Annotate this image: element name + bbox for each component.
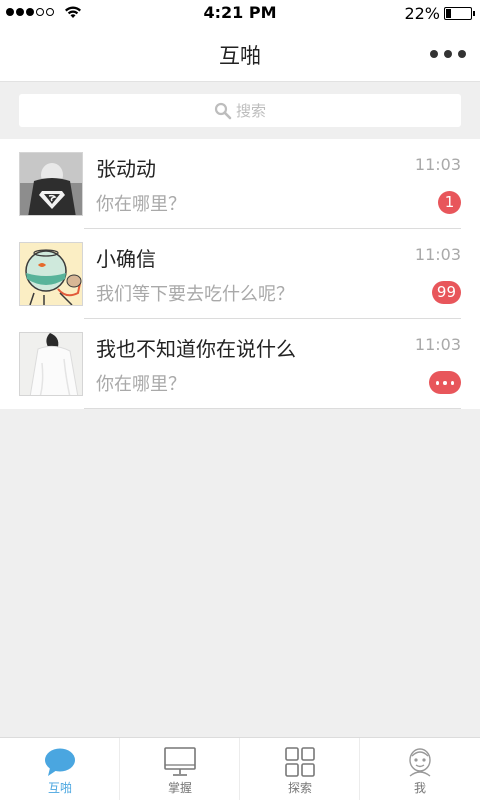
search-icon: [214, 102, 232, 119]
chat-item[interactable]: 小确信 11:03 我们等下要去吃什么呢？ 99: [0, 229, 480, 319]
chat-time: 11:03: [414, 335, 461, 354]
grid-icon: [285, 747, 315, 777]
search-area: 搜索: [0, 82, 480, 139]
chat-name: 小确信: [96, 247, 156, 271]
tab-me[interactable]: 我: [360, 738, 480, 800]
chat-preview: 我们等下要去吃什么呢？: [96, 284, 294, 305]
page-title: 互啪: [219, 44, 261, 68]
chat-bubble-icon: [45, 748, 75, 776]
unread-badge: 1: [438, 191, 461, 214]
person-avatar: [20, 333, 82, 395]
search-input[interactable]: 搜索: [19, 94, 461, 127]
chat-item[interactable]: 张动动 11:03 你在哪里？ 1: [0, 139, 480, 229]
tab-label: 探索: [287, 781, 312, 795]
battery-fill: [446, 9, 452, 18]
badge-dot: [443, 380, 447, 385]
tab-tansuo[interactable]: 探索: [240, 738, 360, 800]
more-dots-icon: [444, 50, 452, 58]
more-dots-icon: [458, 50, 466, 58]
superman-avatar: [20, 153, 82, 215]
badge-dot: [436, 380, 440, 385]
profile-icon: [409, 748, 431, 777]
nav-bar: 互啪: [0, 26, 480, 82]
tab-zhangwo[interactable]: 掌握: [120, 738, 240, 800]
avatar[interactable]: [19, 242, 83, 306]
chat-time: 11:03: [414, 155, 461, 174]
tab-label: 掌握: [167, 781, 192, 795]
tab-label: 我: [413, 781, 426, 795]
chat-preview: 你在哪里？: [96, 194, 186, 215]
chat-time: 11:03: [414, 245, 461, 264]
divider: [84, 408, 461, 409]
more-badge: [429, 371, 461, 394]
status-bar: 4:21 PM 22%: [0, 0, 480, 26]
battery-percentage: 22%: [404, 4, 440, 23]
tab-label: 互啪: [47, 781, 72, 795]
chat-name: 张动动: [96, 157, 156, 181]
monitor-icon: [164, 747, 196, 776]
chat-name: 我也不知道你在说什么: [96, 337, 296, 361]
search-placeholder: 搜索: [235, 102, 266, 120]
more-dots-icon: [430, 50, 438, 58]
tab-huba[interactable]: 互啪: [0, 738, 120, 800]
more-button[interactable]: [430, 44, 466, 64]
tab-bar: 互啪 掌握 探索 我: [0, 737, 480, 800]
badge-dot: [450, 380, 454, 385]
battery-icon: [444, 7, 475, 20]
unread-badge: 99: [431, 281, 461, 304]
chat-list: 张动动 11:03 你在哪里？ 1 小确信 11:03 我们等下要去吃什么呢？ …: [0, 139, 480, 409]
battery-cap: [473, 11, 475, 16]
chat-item[interactable]: 我也不知道你在说什么 11:03 你在哪里？: [0, 319, 480, 409]
fishbowl-avatar: [20, 243, 82, 305]
chat-preview: 你在哪里？: [96, 374, 186, 395]
avatar[interactable]: [19, 152, 83, 216]
avatar[interactable]: [19, 332, 83, 396]
